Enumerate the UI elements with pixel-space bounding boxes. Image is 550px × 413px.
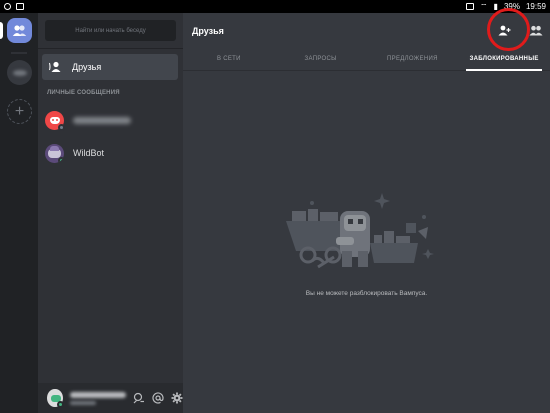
add-server-button[interactable]: + bbox=[7, 99, 32, 124]
tab-online[interactable]: В СЕТИ bbox=[183, 48, 275, 70]
notification-icon bbox=[4, 3, 11, 10]
sidebar-item-friends[interactable]: Друзья bbox=[42, 54, 178, 80]
rail-separator bbox=[11, 52, 27, 54]
image-notification-icon bbox=[16, 3, 24, 10]
status-online-icon bbox=[58, 156, 64, 163]
tab-suggestions[interactable]: ПРЕДЛОЖЕНИЯ bbox=[367, 48, 459, 70]
tab-pending[interactable]: ЗАПРОСЫ bbox=[275, 48, 367, 70]
wifi-icon: ⌔ bbox=[480, 1, 488, 11]
clock: 19:59 bbox=[525, 2, 546, 11]
avatar[interactable] bbox=[47, 389, 64, 408]
friends-main-panel: Друзья В СЕТИ ЗАПРОСЫ ПРЕДЛОЖЕНИЯ ЗАБЛОК… bbox=[183, 8, 550, 413]
new-group-dm-button[interactable] bbox=[528, 22, 544, 38]
username-redacted bbox=[69, 391, 126, 405]
friends-wave-icon bbox=[49, 61, 61, 72]
server-icon[interactable] bbox=[7, 60, 32, 85]
search-input[interactable]: Найти или начать беседу bbox=[45, 20, 176, 41]
sidebar-item-label: Друзья bbox=[72, 62, 102, 72]
mention-icon[interactable] bbox=[152, 391, 164, 405]
dm-name-redacted bbox=[73, 116, 131, 124]
guild-rail: + bbox=[0, 13, 38, 413]
dm-name: WildBot bbox=[73, 148, 105, 158]
divider bbox=[38, 48, 183, 49]
battery-saver-icon bbox=[466, 3, 475, 10]
dm-section-header: ЛИЧНЫЕ СООБЩЕНИЯ bbox=[47, 90, 120, 96]
wumpus-blocked-illustration bbox=[286, 193, 434, 269]
empty-state-message: Вы не можете разблокировать Вампуса. bbox=[305, 290, 428, 297]
android-status-bar: ⌔ ▮ 39% 19:59 bbox=[0, 0, 550, 13]
dm-sidebar: Найти или начать беседу Друзья ЛИЧНЫЕ СО… bbox=[38, 13, 183, 413]
friends-tabs: В СЕТИ ЗАПРОСЫ ПРЕДЛОЖЕНИЯ ЗАБЛОКИРОВАНН… bbox=[183, 48, 550, 71]
plus-icon: + bbox=[14, 102, 25, 120]
new-group-dm-icon bbox=[529, 25, 543, 35]
settings-gear-icon[interactable] bbox=[171, 391, 183, 405]
avatar bbox=[45, 143, 64, 163]
headset-icon[interactable] bbox=[133, 391, 145, 405]
status-online-icon bbox=[56, 401, 64, 408]
user-panel bbox=[38, 383, 183, 413]
top-bar: Друзья bbox=[183, 8, 550, 51]
discord-friends-icon bbox=[12, 25, 27, 36]
annotation-highlight-ring bbox=[487, 8, 530, 51]
page-title: Друзья bbox=[192, 25, 224, 36]
dm-list-item[interactable] bbox=[45, 109, 177, 131]
home-button[interactable] bbox=[7, 18, 32, 43]
avatar bbox=[45, 110, 65, 131]
tab-blocked[interactable]: ЗАБЛОКИРОВАННЫЕ bbox=[458, 48, 550, 71]
selected-indicator bbox=[0, 22, 3, 39]
status-offline-icon bbox=[58, 123, 65, 131]
dm-list-item[interactable]: WildBot bbox=[45, 142, 177, 164]
